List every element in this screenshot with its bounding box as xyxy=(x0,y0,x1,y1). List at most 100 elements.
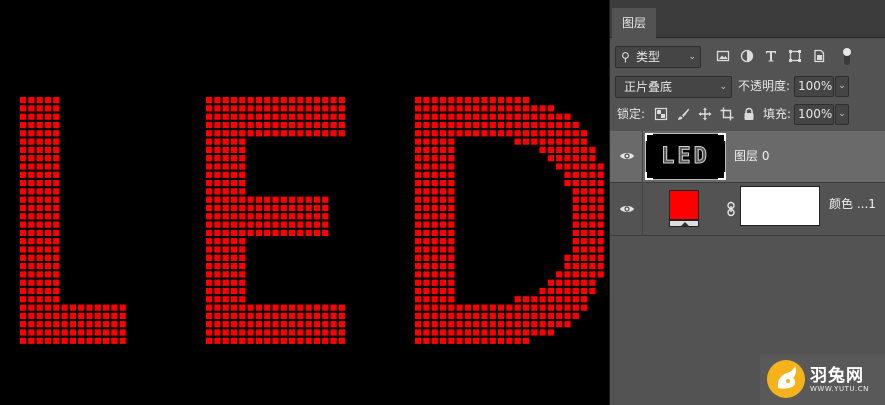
led-dot xyxy=(264,337,271,344)
led-dot xyxy=(20,163,27,170)
led-dot xyxy=(489,121,496,129)
led-dot xyxy=(439,204,447,212)
lock-transparent-pixels-icon[interactable] xyxy=(654,107,668,121)
led-dot xyxy=(330,312,337,319)
led-dot xyxy=(297,329,304,336)
led-dot xyxy=(448,271,455,278)
move-icon[interactable] xyxy=(698,107,712,121)
led-dot xyxy=(564,296,571,303)
layer-name[interactable]: 图层 0 xyxy=(734,148,769,164)
led-dot xyxy=(206,155,213,162)
led-dot xyxy=(581,296,588,303)
led-dot xyxy=(564,146,571,153)
led-dot xyxy=(53,246,60,253)
led-dot xyxy=(28,296,35,303)
type-filter-icon[interactable] xyxy=(764,49,778,63)
led-dot xyxy=(239,188,246,195)
led-dot xyxy=(239,171,246,178)
smart-object-filter-icon[interactable] xyxy=(812,49,826,63)
led-dot xyxy=(28,113,35,120)
led-dot xyxy=(214,321,221,328)
led-dot xyxy=(531,329,538,336)
opacity-input[interactable]: 100% xyxy=(794,76,834,97)
led-dot xyxy=(589,238,596,245)
led-dot xyxy=(28,312,35,319)
led-dot xyxy=(239,287,246,295)
lock-icon[interactable] xyxy=(742,107,756,121)
led-dot xyxy=(423,329,430,336)
filter-toggle[interactable] xyxy=(843,46,851,66)
led-dot xyxy=(214,138,221,145)
adjustment-filter-icon[interactable] xyxy=(740,49,754,63)
led-dot xyxy=(338,97,345,104)
led-dot xyxy=(423,113,430,120)
fill-input[interactable]: 100% xyxy=(794,104,834,125)
link-icon[interactable] xyxy=(726,201,736,217)
layer-row-0[interactable]: LED 图层 0 xyxy=(610,131,885,183)
led-dot xyxy=(439,296,447,303)
led-dot xyxy=(597,238,604,245)
led-dot xyxy=(547,287,554,295)
layer-name[interactable]: 颜色 ...1 xyxy=(829,196,876,212)
filter-kind-select[interactable]: ⚲ 类型 ⌄ xyxy=(615,46,701,68)
led-dot xyxy=(581,221,588,228)
layer-thumbnail[interactable]: LED xyxy=(645,133,726,180)
led-dot xyxy=(305,221,312,228)
led-dot xyxy=(44,97,52,104)
led-dot xyxy=(572,138,579,145)
led-dot xyxy=(230,254,238,261)
shape-filter-icon[interactable] xyxy=(788,49,802,63)
led-dot xyxy=(36,97,43,104)
led-dot xyxy=(330,337,337,344)
led-dot xyxy=(313,221,321,228)
led-dot xyxy=(214,246,221,253)
opacity-dropdown[interactable]: ⌄ xyxy=(835,76,849,97)
led-dot xyxy=(53,113,60,120)
led-dot xyxy=(415,196,422,203)
tab-layers[interactable]: 图层 xyxy=(612,8,656,38)
led-dot xyxy=(556,296,563,303)
led-dot xyxy=(255,312,262,319)
panel-tab-bar: 图层 xyxy=(610,0,885,38)
led-dot xyxy=(448,287,455,295)
led-dot xyxy=(556,121,563,129)
led-dot xyxy=(255,113,262,120)
led-dot xyxy=(111,329,118,336)
led-dot xyxy=(119,312,126,319)
led-dot xyxy=(597,271,604,278)
led-dot xyxy=(305,113,312,120)
blend-mode-select[interactable]: 正片叠底 ⌄ xyxy=(615,76,732,98)
led-dot xyxy=(322,97,329,104)
led-dot xyxy=(481,312,488,319)
led-dot xyxy=(222,312,229,319)
eye-icon[interactable] xyxy=(619,148,635,164)
brush-icon[interactable] xyxy=(676,107,690,121)
led-dot xyxy=(448,321,455,328)
led-dot xyxy=(44,146,52,153)
led-dot xyxy=(531,113,538,120)
led-dot xyxy=(206,130,213,137)
led-dot xyxy=(322,121,329,129)
layer-mask-thumbnail[interactable] xyxy=(740,186,820,226)
fill-color-thumbnail[interactable] xyxy=(669,190,699,220)
led-dot xyxy=(473,312,480,319)
artboard-icon[interactable] xyxy=(720,107,734,121)
led-dot xyxy=(214,97,221,104)
led-dot xyxy=(423,296,430,303)
led-dot xyxy=(531,105,538,112)
document-canvas[interactable] xyxy=(0,0,609,405)
led-dot xyxy=(206,329,213,336)
fill-dropdown[interactable]: ⌄ xyxy=(835,104,849,125)
led-dot xyxy=(206,213,213,220)
image-filter-icon[interactable] xyxy=(716,49,730,63)
led-dot xyxy=(206,204,213,212)
led-dot xyxy=(481,130,488,137)
led-dot xyxy=(439,312,447,319)
layer-row-1[interactable]: 颜色 ...1 xyxy=(610,184,885,236)
led-dot xyxy=(473,97,480,104)
led-dot xyxy=(589,263,596,270)
led-dot xyxy=(222,296,229,303)
eye-icon[interactable] xyxy=(619,201,635,217)
led-dot xyxy=(415,304,422,311)
led-dot xyxy=(264,204,271,212)
